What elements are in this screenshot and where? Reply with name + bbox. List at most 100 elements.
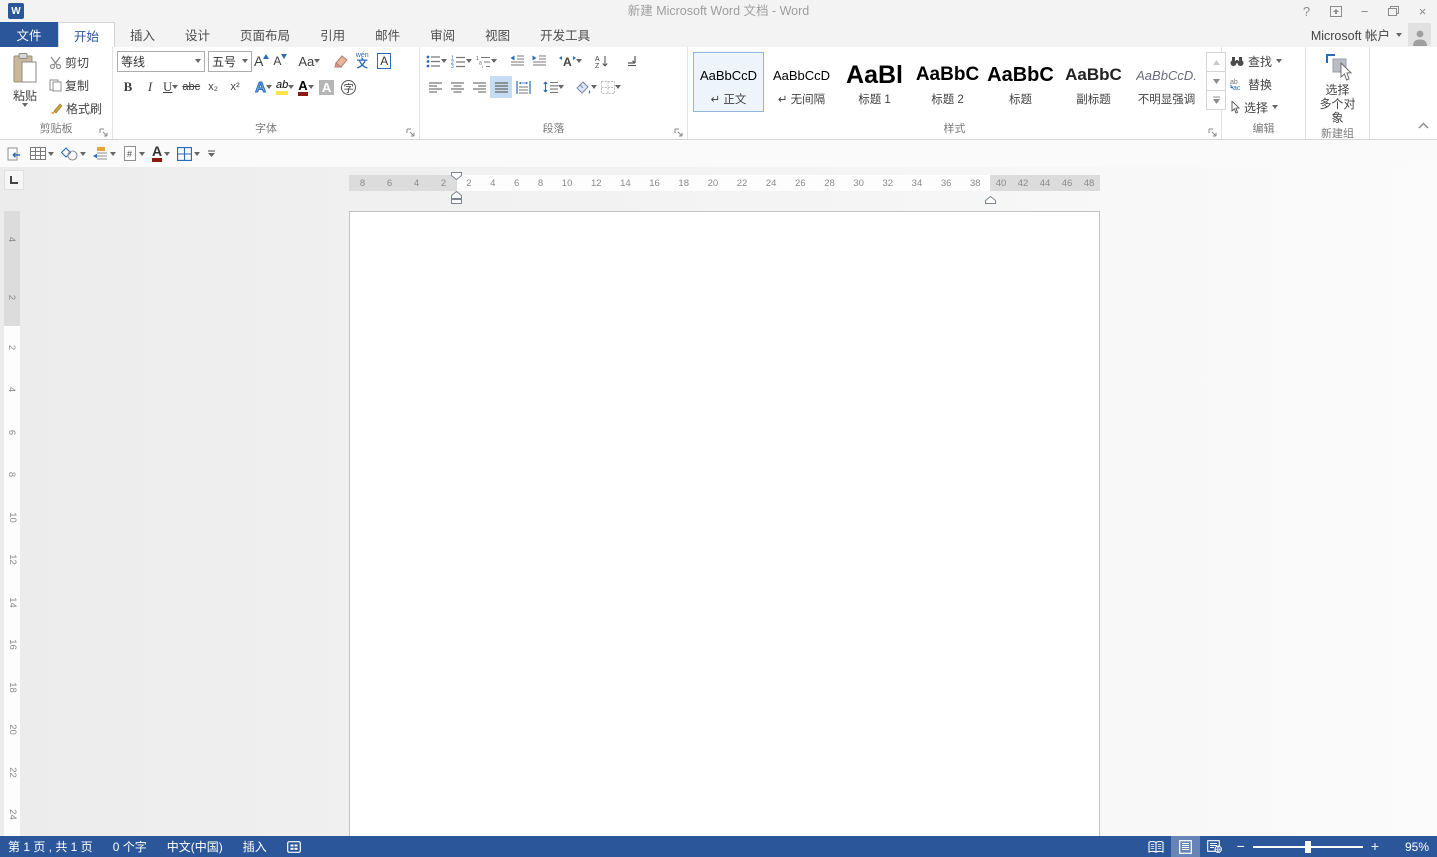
zoom-slider-thumb[interactable]	[1305, 841, 1311, 853]
shapes-button[interactable]	[58, 142, 89, 166]
style-subtle-emphasis[interactable]: AaBbCcD. 不明显强调	[1131, 52, 1202, 112]
account-area[interactable]: Microsoft 帐户	[1311, 22, 1431, 47]
character-border-button[interactable]: A	[373, 50, 395, 72]
word-app-icon[interactable]: W	[8, 3, 24, 19]
asian-layout-button[interactable]: A	[557, 50, 584, 72]
collapse-ribbon-button[interactable]	[1418, 116, 1429, 134]
highlight-color-button[interactable]: ab	[274, 76, 296, 98]
close-button[interactable]: ×	[1408, 0, 1437, 22]
tab-stop-selector[interactable]	[4, 170, 24, 190]
read-mode-button[interactable]	[1142, 836, 1171, 857]
minimize-button[interactable]: −	[1350, 0, 1379, 22]
align-center-button[interactable]	[446, 76, 468, 98]
font-dialog-launcher-icon[interactable]	[405, 125, 416, 136]
insert-mode-status[interactable]: 插入	[233, 836, 277, 857]
tab-references[interactable]: 引用	[305, 22, 360, 47]
italic-button[interactable]: I	[139, 76, 161, 98]
font-name-combobox[interactable]: 等线	[117, 51, 205, 72]
table-button[interactable]	[27, 142, 57, 166]
font-size-combobox[interactable]: 五号	[208, 51, 252, 72]
tab-file[interactable]: 文件	[0, 22, 58, 47]
show-hide-marks-button[interactable]	[620, 50, 642, 72]
qat-font-color-button[interactable]: A	[149, 142, 173, 166]
bullets-button[interactable]	[424, 50, 449, 72]
tab-insert[interactable]: 插入	[115, 22, 170, 47]
select-button[interactable]: 选择	[1226, 96, 1301, 118]
tab-mailings[interactable]: 邮件	[360, 22, 415, 47]
tab-developer[interactable]: 开发工具	[525, 22, 605, 47]
justify-button[interactable]	[490, 76, 512, 98]
paste-button[interactable]: 粘贴	[4, 50, 46, 121]
zoom-out-button[interactable]: −	[1237, 836, 1245, 857]
paragraph-settings-button[interactable]	[90, 142, 119, 166]
paragraph-dialog-launcher-icon[interactable]	[673, 125, 684, 136]
language-status[interactable]: 中文(中国)	[157, 836, 233, 857]
select-multiple-objects-button[interactable]: 选择多个对象	[1310, 50, 1365, 126]
strikethrough-button[interactable]: abc	[180, 76, 202, 98]
find-button[interactable]: 查找	[1226, 50, 1301, 72]
style-subtitle[interactable]: AaBbC 副标题	[1058, 52, 1129, 112]
style-title[interactable]: AaBbC 标题	[985, 52, 1056, 112]
first-line-indent-marker[interactable]	[451, 167, 462, 185]
tab-home[interactable]: 开始	[58, 22, 115, 47]
hanging-indent-marker[interactable]	[451, 191, 462, 209]
shrink-font-button[interactable]: A	[271, 50, 289, 72]
style-normal[interactable]: AaBbCcD ↵ 正文	[693, 52, 764, 112]
shading-button[interactable]	[573, 76, 599, 98]
replace-button[interactable]: abac 替换	[1226, 73, 1301, 95]
avatar[interactable]	[1408, 23, 1431, 46]
change-case-button[interactable]: Aa	[296, 50, 322, 72]
clear-formatting-button[interactable]	[329, 50, 351, 72]
page-number-button[interactable]: #	[120, 142, 148, 166]
ribbon-display-options-button[interactable]	[1321, 0, 1350, 22]
bold-button[interactable]: B	[117, 76, 139, 98]
qat-overflow-button[interactable]	[204, 142, 219, 166]
underline-button[interactable]: U	[161, 76, 180, 98]
style-heading-1[interactable]: AaBl 标题 1	[839, 52, 910, 112]
borders-button[interactable]	[599, 76, 623, 98]
text-effects-button[interactable]: A	[253, 76, 274, 98]
tab-design[interactable]: 设计	[170, 22, 225, 47]
tab-review[interactable]: 审阅	[415, 22, 470, 47]
superscript-button[interactable]: x²	[224, 76, 246, 98]
tab-view[interactable]: 视图	[470, 22, 525, 47]
multilevel-list-button[interactable]: 1ai	[474, 50, 499, 72]
cut-button[interactable]: 剪切	[46, 51, 105, 73]
style-heading-2[interactable]: AaBbC 标题 2	[912, 52, 983, 112]
word-count-status[interactable]: 0 个字	[103, 836, 157, 857]
insert-object-button[interactable]	[4, 142, 26, 166]
enclose-characters-button[interactable]: 字	[338, 76, 360, 98]
print-layout-button[interactable]	[1171, 836, 1200, 857]
page-number-status[interactable]: 第 1 页 , 共 1 页	[0, 836, 103, 857]
vertical-ruler[interactable]: 42 24681012141618202224	[4, 211, 20, 836]
subscript-button[interactable]: x₂	[202, 76, 224, 98]
table-borders-button[interactable]	[174, 142, 203, 166]
styles-dialog-launcher-icon[interactable]	[1207, 125, 1218, 136]
web-layout-button[interactable]	[1200, 836, 1229, 857]
right-indent-marker[interactable]	[985, 191, 996, 209]
distribute-button[interactable]	[512, 76, 534, 98]
line-spacing-button[interactable]	[541, 76, 566, 98]
clipboard-dialog-launcher-icon[interactable]	[98, 125, 109, 136]
help-button[interactable]: ?	[1292, 0, 1321, 22]
zoom-slider-track[interactable]	[1253, 846, 1363, 848]
style-no-spacing[interactable]: AaBbCcD ↵ 无间隔	[766, 52, 837, 112]
format-painter-button[interactable]: 格式刷	[46, 97, 105, 119]
grow-font-button[interactable]: A	[252, 50, 271, 72]
font-color-button[interactable]: A	[296, 76, 315, 98]
restore-button[interactable]	[1379, 0, 1408, 22]
character-shading-button[interactable]: A	[316, 76, 338, 98]
macro-record-button[interactable]	[277, 836, 311, 857]
copy-button[interactable]: 复制	[46, 74, 105, 96]
align-left-button[interactable]	[424, 76, 446, 98]
phonetic-guide-button[interactable]: wén文	[351, 50, 373, 72]
document-page[interactable]	[349, 211, 1100, 836]
align-right-button[interactable]	[468, 76, 490, 98]
zoom-level[interactable]: 95%	[1387, 840, 1429, 854]
decrease-indent-button[interactable]	[506, 50, 528, 72]
sort-button[interactable]: AZ	[591, 50, 613, 72]
increase-indent-button[interactable]	[528, 50, 550, 72]
zoom-in-button[interactable]: +	[1371, 836, 1379, 857]
zoom-slider[interactable]: − +	[1237, 836, 1379, 857]
numbering-button[interactable]: 123	[449, 50, 474, 72]
